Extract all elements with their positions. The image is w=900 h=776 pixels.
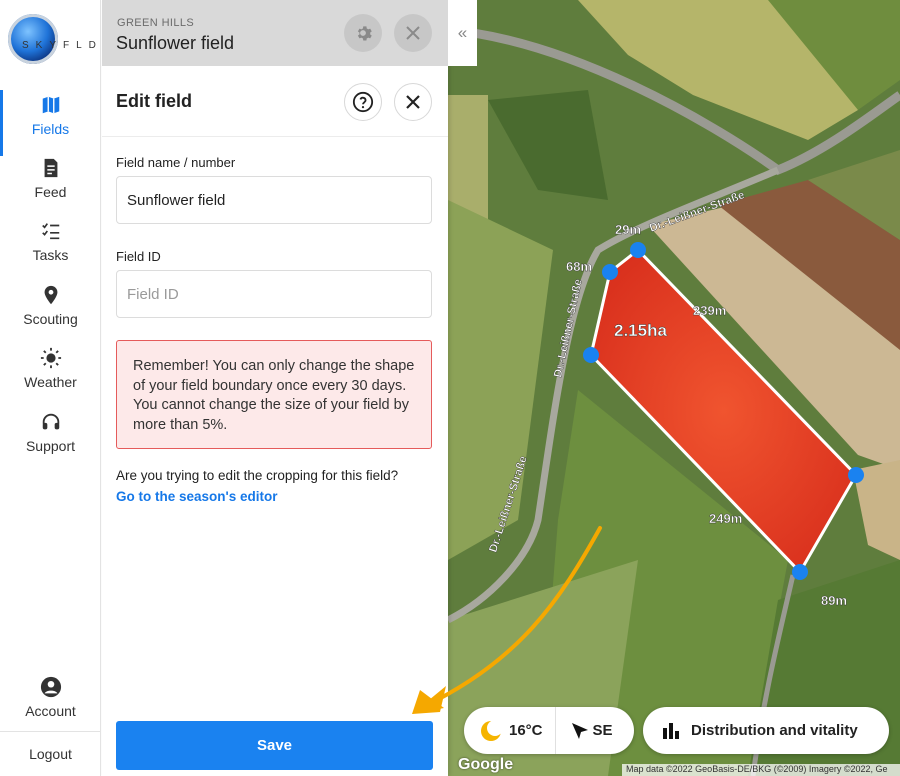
nav-item-weather[interactable]: Weather [0, 347, 101, 405]
left-nav: SKYFLD Fields Feed Tasks Scouting Weathe… [0, 0, 101, 776]
farm-name: GREEN HILLS [117, 17, 195, 29]
nav-item-account[interactable]: Account [0, 676, 101, 734]
edge-length-label: 239m [693, 303, 726, 318]
nav-label: Scouting [23, 311, 78, 327]
nav-item-scouting[interactable]: Scouting [0, 284, 101, 342]
map-canvas: 2.15ha 29m 68m 239m 249m 89m Dr.-Leißner… [448, 0, 900, 776]
help-icon [352, 91, 374, 113]
nav-item-tasks[interactable]: Tasks [0, 220, 101, 278]
logo-globe-icon [8, 14, 58, 64]
field-id-input[interactable] [116, 270, 432, 318]
nav-item-fields[interactable]: Fields [0, 90, 101, 156]
edit-title: Edit field [116, 91, 192, 111]
account-icon [40, 676, 61, 698]
warning-box: Remember! You can only change the shape … [116, 340, 432, 449]
field-panel: GREEN HILLS Sunflower field Edit field F… [102, 0, 448, 776]
headset-icon [42, 413, 59, 430]
nav-divider [0, 731, 101, 732]
edge-length-label: 89m [821, 593, 847, 608]
edge-length-label: 29m [615, 222, 641, 237]
satellite-map[interactable]: 2.15ha 29m 68m 239m 249m 89m Dr.-Leißner… [448, 0, 900, 776]
season-editor-link[interactable]: Go to the season's editor [116, 489, 278, 504]
distribution-vitality-button[interactable]: Distribution and vitality [643, 707, 889, 754]
nav-label: Support [25, 438, 76, 454]
save-button[interactable]: Save [116, 721, 433, 770]
feed-icon [44, 158, 57, 178]
google-logo: Google [458, 756, 514, 773]
field-name-input[interactable] [116, 176, 432, 224]
field-id-label: Field ID [116, 249, 161, 264]
double-chevron-left-icon: « [457, 23, 468, 42]
help-button[interactable] [344, 83, 382, 121]
weather-pill[interactable]: 16°C SE [464, 707, 634, 754]
distribution-label: Distribution and vitality [691, 722, 858, 739]
map-attribution: Map data ©2022 GeoBasis-DE/BKG (©2009) I… [622, 764, 900, 776]
partly-sunny-icon [481, 719, 503, 741]
nav-label: Tasks [32, 247, 69, 263]
wind-direction-icon [571, 722, 588, 739]
settings-button[interactable] [344, 14, 382, 52]
pill-divider [554, 707, 556, 754]
nav-item-support[interactable]: Support [0, 411, 101, 469]
close-panel-button[interactable] [394, 14, 432, 52]
nav-label: Feed [34, 184, 67, 200]
edge-length-label: 68m [566, 259, 592, 274]
sun-icon [40, 347, 61, 369]
skyfld-logo: SKYFLD [8, 14, 98, 64]
map-icon [42, 96, 59, 114]
nav-label: Account [25, 703, 76, 719]
logo-text: SKYFLD [22, 40, 103, 51]
vertex-handle[interactable] [630, 242, 646, 258]
nav-label: Weather [24, 374, 77, 390]
gear-icon [357, 26, 372, 41]
edit-header: Edit field [102, 66, 448, 137]
close-icon [406, 26, 420, 40]
pin-icon [44, 285, 57, 305]
close-icon [406, 95, 420, 109]
bar-chart-icon [663, 722, 679, 739]
page-title: Sunflower field [116, 33, 235, 53]
edge-length-label: 249m [709, 511, 742, 526]
vertex-handle[interactable] [602, 264, 618, 280]
nav-item-feed[interactable]: Feed [0, 157, 101, 215]
wind-value: SE [592, 722, 613, 739]
logout-link[interactable]: Logout [0, 746, 101, 762]
vertex-handle[interactable] [583, 347, 599, 363]
area-label: 2.15ha [614, 321, 667, 340]
vertex-handle[interactable] [848, 467, 864, 483]
collapse-panel-button[interactable]: « [448, 0, 477, 66]
nav-label: Fields [31, 121, 70, 137]
cropping-question: Are you trying to edit the cropping for … [116, 468, 399, 483]
vertex-handle[interactable] [792, 564, 808, 580]
panel-header: GREEN HILLS Sunflower field [102, 0, 448, 66]
close-editor-button[interactable] [394, 83, 432, 121]
field-name-label: Field name / number [116, 155, 236, 170]
tasks-icon [41, 223, 59, 240]
temperature-value: 16°C [509, 722, 543, 739]
